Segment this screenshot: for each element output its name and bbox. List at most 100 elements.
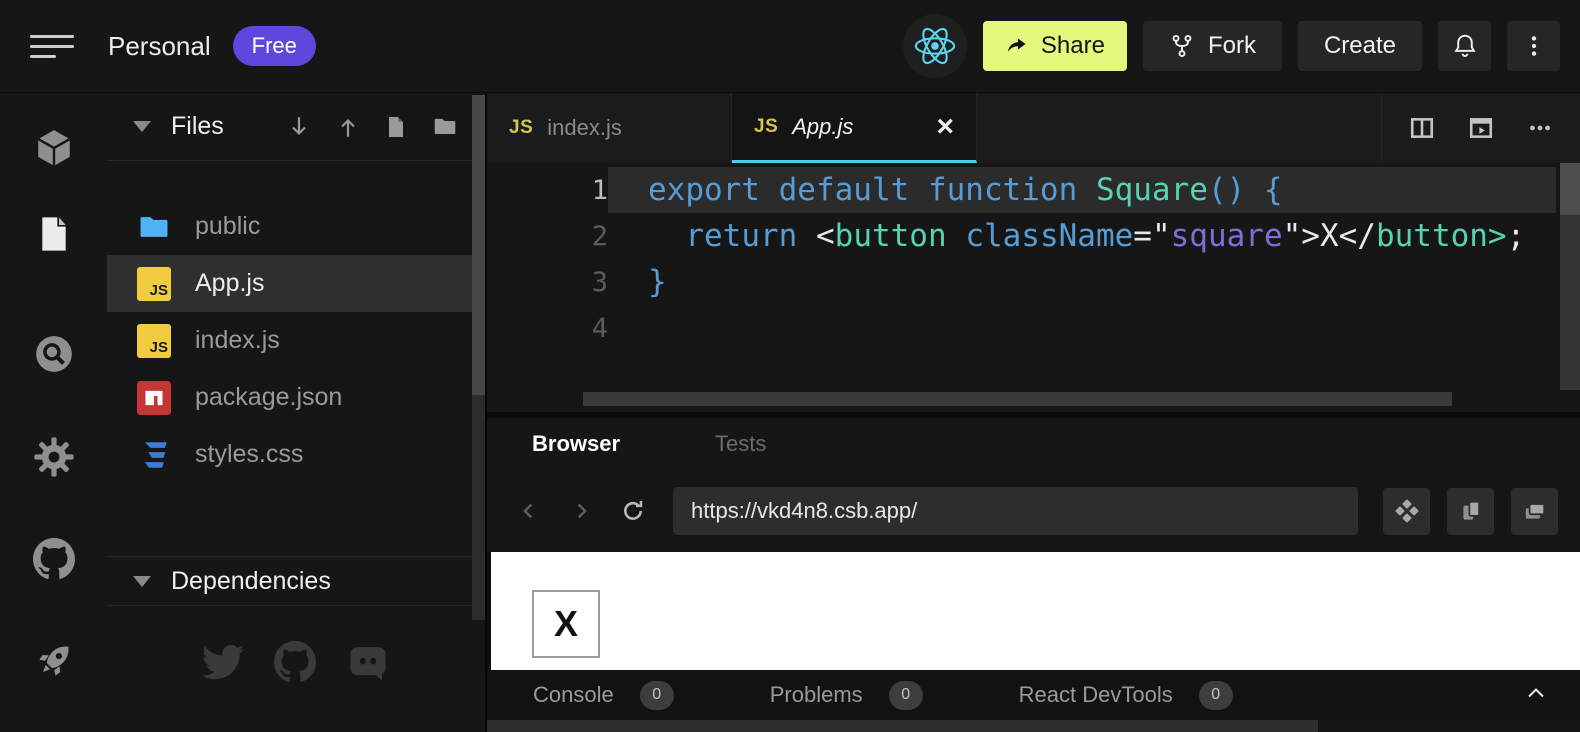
devtools-icon[interactable]	[1383, 488, 1430, 535]
file-icon[interactable]	[31, 211, 77, 257]
file-list: public JSApp.jsJSindex.js package.json styl…	[107, 161, 485, 483]
files-scrollbar[interactable]	[472, 95, 485, 620]
file-row-App.js[interactable]: JSApp.js	[107, 255, 485, 312]
box-icon[interactable]	[31, 125, 77, 171]
share-icon	[1005, 34, 1029, 58]
editor-horizontal-scrollbar[interactable]	[583, 392, 1452, 406]
file-row-public[interactable]: public	[107, 198, 485, 255]
file-name: index.js	[195, 326, 280, 355]
code-line-1: 1export default function Square() {	[487, 167, 1580, 213]
more-menu-button[interactable]	[1507, 21, 1560, 71]
code-area[interactable]: 1export default function Square() {2 ret…	[487, 163, 1580, 351]
close-icon[interactable]: ×	[936, 112, 954, 142]
devtools-item-problems[interactable]: Problems 0	[770, 681, 923, 710]
devtools-scrollbar	[487, 720, 1580, 732]
editor-tab-App.js[interactable]: JS App.js ×	[732, 93, 977, 163]
line-number: 3	[487, 267, 608, 298]
file-name: styles.css	[195, 440, 303, 469]
preview-window-icon[interactable]	[1467, 115, 1495, 141]
url-input[interactable]	[673, 487, 1358, 535]
top-bar: Personal Free Share	[0, 0, 1580, 93]
files-header: Files	[107, 93, 485, 161]
github-icon[interactable]	[31, 536, 77, 582]
folder-icon	[137, 210, 171, 244]
fork-label: Fork	[1208, 32, 1256, 60]
files-title: Files	[171, 112, 224, 141]
new-folder-icon[interactable]	[431, 114, 459, 140]
browser-panel: Browser Tests	[487, 418, 1580, 732]
file-name: package.json	[195, 383, 342, 412]
devtools-item-react-devtools[interactable]: React DevTools 0	[1019, 681, 1233, 710]
css-file-icon	[137, 438, 171, 472]
file-name: public	[195, 212, 260, 241]
js-file-icon: JS	[509, 117, 533, 139]
dependencies-header[interactable]: Dependencies	[107, 556, 483, 606]
file-name: App.js	[195, 269, 264, 298]
js-file-icon: JS	[754, 116, 778, 138]
gear-icon[interactable]	[31, 434, 77, 480]
code-text	[608, 305, 1556, 351]
menu-icon[interactable]	[30, 35, 74, 58]
search-icon[interactable]	[31, 331, 77, 377]
create-button[interactable]: Create	[1298, 21, 1422, 71]
editor-actions	[1381, 93, 1580, 163]
new-file-icon[interactable]	[384, 114, 408, 140]
count-badge: 0	[640, 681, 674, 710]
twitter-icon[interactable]	[202, 641, 244, 683]
activity-bar	[0, 93, 107, 732]
npm-file-icon	[137, 381, 171, 415]
browser-tab-bar: Browser Tests	[487, 418, 1580, 470]
open-in-new-window-icon[interactable]	[1511, 488, 1558, 535]
dependencies-title: Dependencies	[171, 567, 331, 596]
editor-tab-bar: JS index.js JS App.js ×	[487, 93, 1580, 163]
code-text: return <button className="square">X</but…	[608, 213, 1556, 259]
chevron-down-icon	[133, 576, 151, 587]
browser-tab-browser[interactable]: Browser	[532, 431, 620, 457]
file-row-styles.css[interactable]: styles.css	[107, 426, 485, 483]
editor-vertical-scrollbar[interactable]	[1560, 163, 1580, 390]
browser-tab-tests[interactable]: Tests	[715, 431, 766, 457]
devtools-label: Console	[533, 682, 614, 708]
share-button[interactable]: Share	[983, 21, 1127, 71]
create-label: Create	[1324, 32, 1396, 60]
github-icon[interactable]	[274, 641, 316, 683]
forward-icon[interactable]	[561, 491, 601, 531]
code-line-2: 2 return <button className="square">X</b…	[487, 213, 1580, 259]
topbar-actions: Share Fork Create	[903, 14, 1560, 78]
plan-badge: Free	[233, 26, 316, 66]
devtools-label: React DevTools	[1019, 682, 1173, 708]
devtools-item-console[interactable]: Console 0	[533, 681, 674, 710]
browser-preview: X	[487, 552, 1580, 670]
tab-label: App.js	[792, 114, 853, 140]
split-view-icon[interactable]	[1408, 115, 1436, 141]
url-bar	[487, 470, 1580, 552]
editor-tab-index.js[interactable]: JS index.js	[487, 93, 732, 163]
discord-icon[interactable]	[346, 641, 390, 683]
rocket-icon[interactable]	[31, 638, 77, 684]
refresh-icon[interactable]	[613, 491, 653, 531]
square-button[interactable]: X	[532, 590, 600, 658]
line-number: 4	[487, 313, 608, 344]
scrollbar-thumb[interactable]	[487, 720, 1318, 732]
file-row-index.js[interactable]: JSindex.js	[107, 312, 485, 369]
fork-icon	[1169, 33, 1195, 59]
upload-icon[interactable]	[335, 114, 361, 140]
tab-label: index.js	[547, 115, 622, 141]
fork-button[interactable]: Fork	[1143, 21, 1282, 71]
responsive-mode-icon[interactable]	[1447, 488, 1494, 535]
line-number: 2	[487, 221, 608, 252]
notifications-button[interactable]	[1438, 21, 1491, 71]
line-number: 1	[487, 175, 608, 206]
chevron-up-icon[interactable]	[1526, 686, 1546, 700]
share-label: Share	[1041, 32, 1105, 60]
count-badge: 0	[889, 681, 923, 710]
workspace-name[interactable]: Personal	[108, 31, 211, 62]
back-icon[interactable]	[509, 491, 549, 531]
devtools-label: Problems	[770, 682, 863, 708]
file-row-package.json[interactable]: package.json	[107, 369, 485, 426]
ellipsis-icon[interactable]	[1526, 115, 1554, 141]
chevron-down-icon[interactable]	[133, 121, 151, 132]
count-badge: 0	[1199, 681, 1233, 710]
download-icon[interactable]	[286, 114, 312, 140]
code-text: export default function Square() {	[608, 167, 1556, 213]
